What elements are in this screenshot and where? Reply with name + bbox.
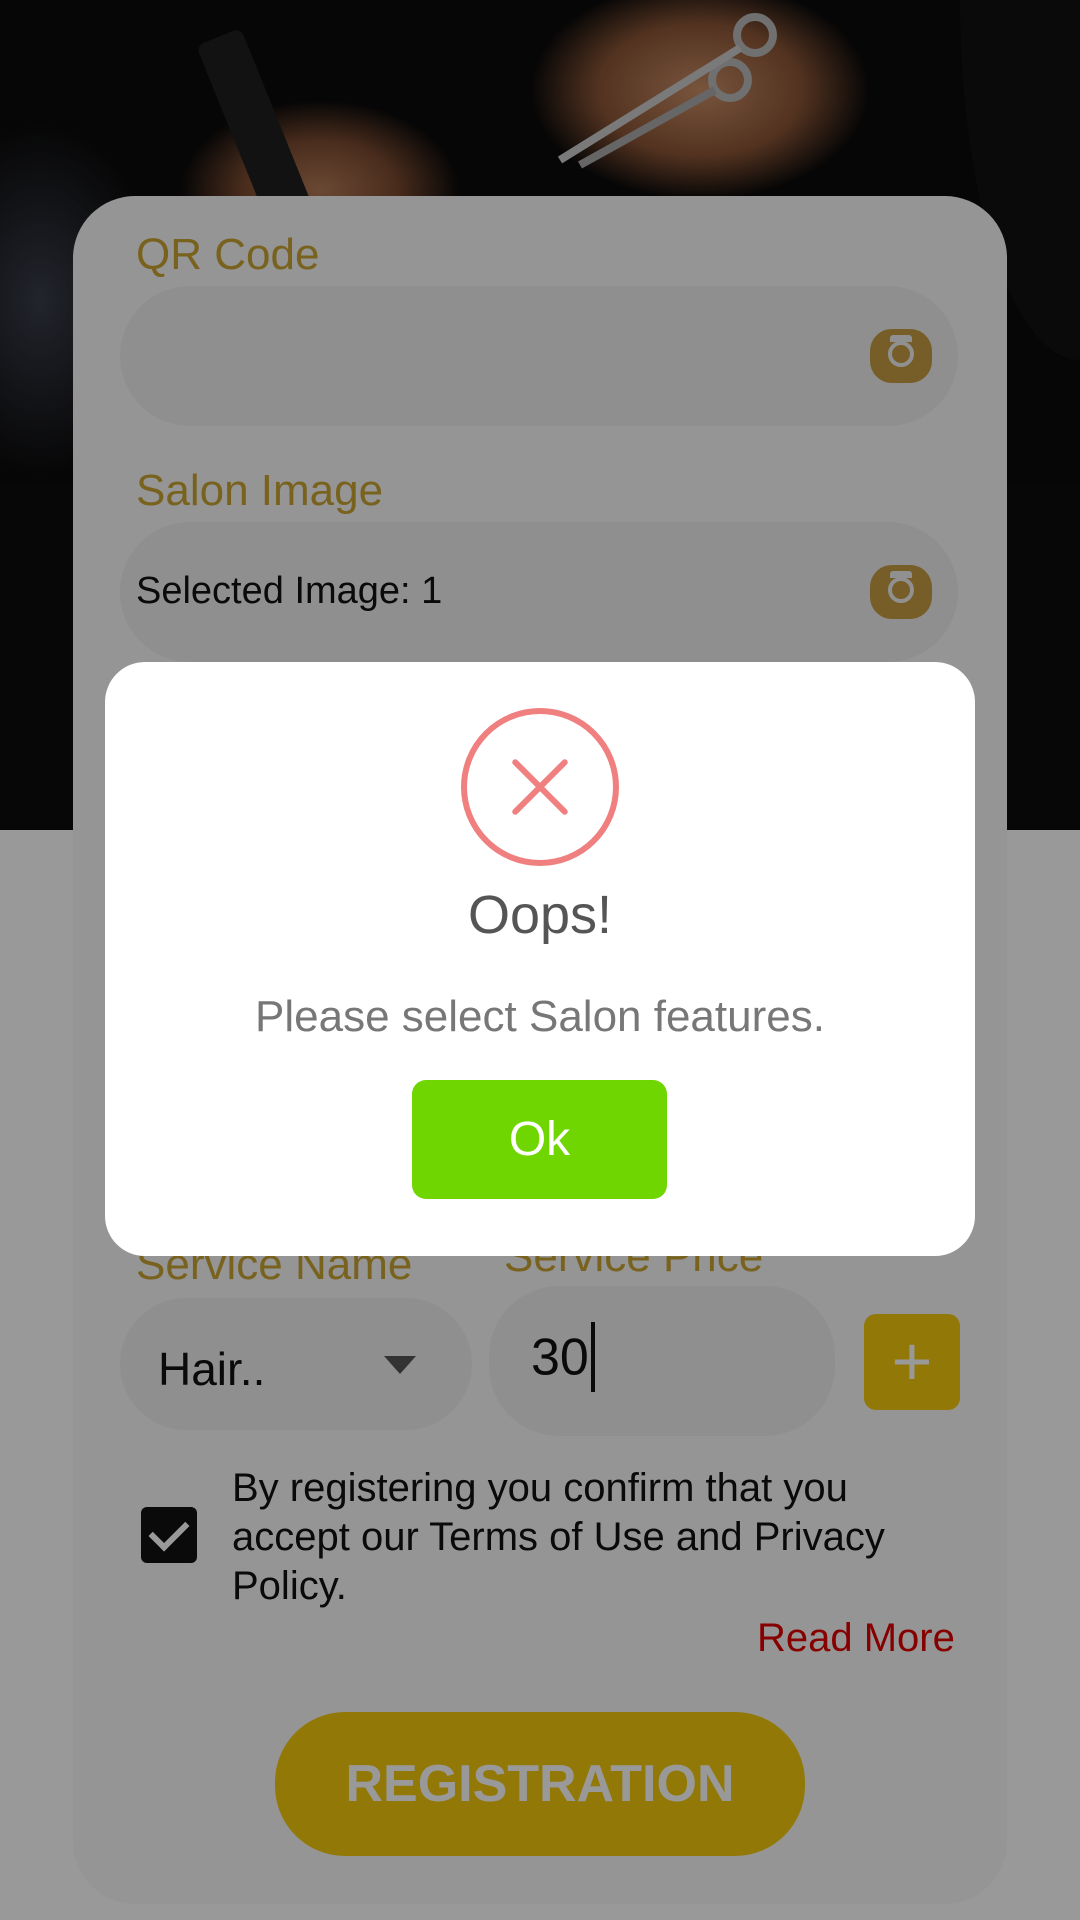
dialog-title: Oops! — [467, 885, 613, 945]
dialog-message: Please select Salon features. — [255, 992, 825, 1041]
ok-button[interactable]: Ok — [412, 1080, 667, 1199]
error-dialog: Oops! Please select Salon features. Ok — [105, 662, 975, 1256]
error-x-icon — [461, 708, 619, 866]
